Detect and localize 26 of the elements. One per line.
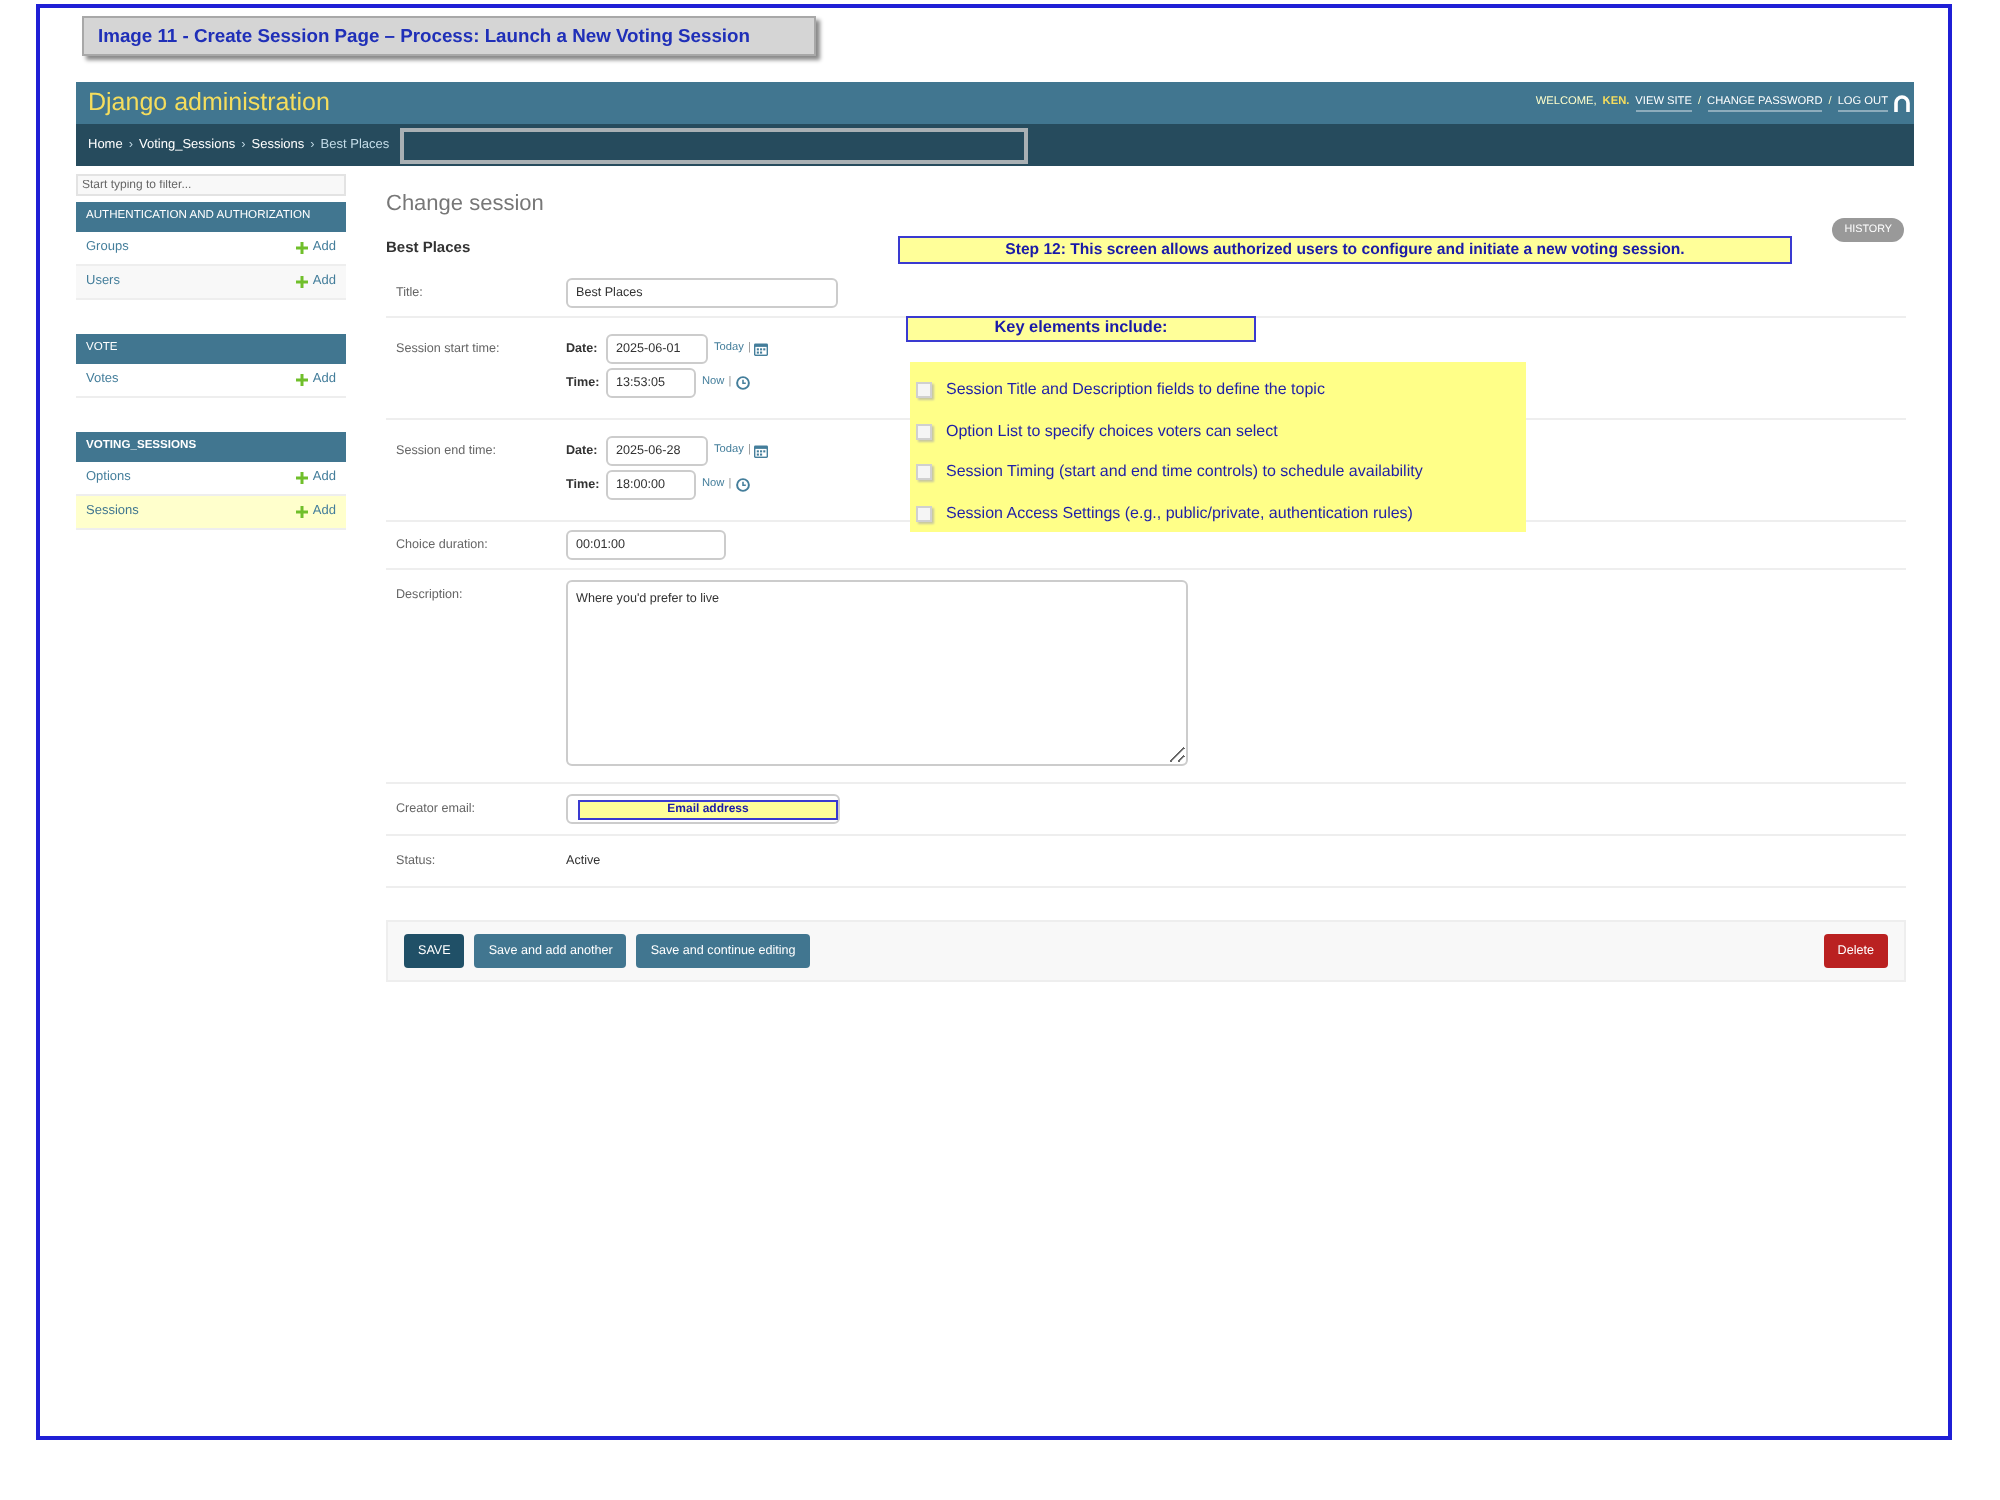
calendar-icon [754,342,769,356]
plus-icon [296,506,309,518]
annotation-text: Session Timing (start and end time controls) to schedule availability [946,460,1423,485]
plus-icon [296,472,309,484]
plus-icon [296,242,309,254]
plus-icon [296,276,309,288]
annotation-text: Option List to specify choices voters can select [946,419,1278,444]
annotation-text: Session Title and Description fields to define the topic [946,378,1325,403]
image-caption: Image 11 - Create Session Page – Process: Launch a New Voting Session [82,16,816,56]
checkbox[interactable] [916,382,932,399]
clock-icon [735,478,750,492]
clock-button[interactable] [735,376,750,390]
checkbox[interactable] [916,423,932,440]
arch-icon [1894,94,1910,112]
checkbox[interactable] [916,505,932,522]
calendar-button[interactable] [754,444,769,458]
clock-icon [735,376,750,390]
calendar-button[interactable] [754,342,769,356]
annotation-label: Key elements include: [906,316,1256,342]
page-heading: Change session [386,190,546,218]
annotation-text: Session Access Settings (e.g., public/private, authentication rules) [946,501,1413,526]
plus-icon [296,374,309,386]
site-title[interactable]: Django administration [88,84,330,122]
clock-button[interactable] [735,478,750,492]
calendar-icon [754,444,769,458]
checkbox[interactable] [916,464,932,481]
